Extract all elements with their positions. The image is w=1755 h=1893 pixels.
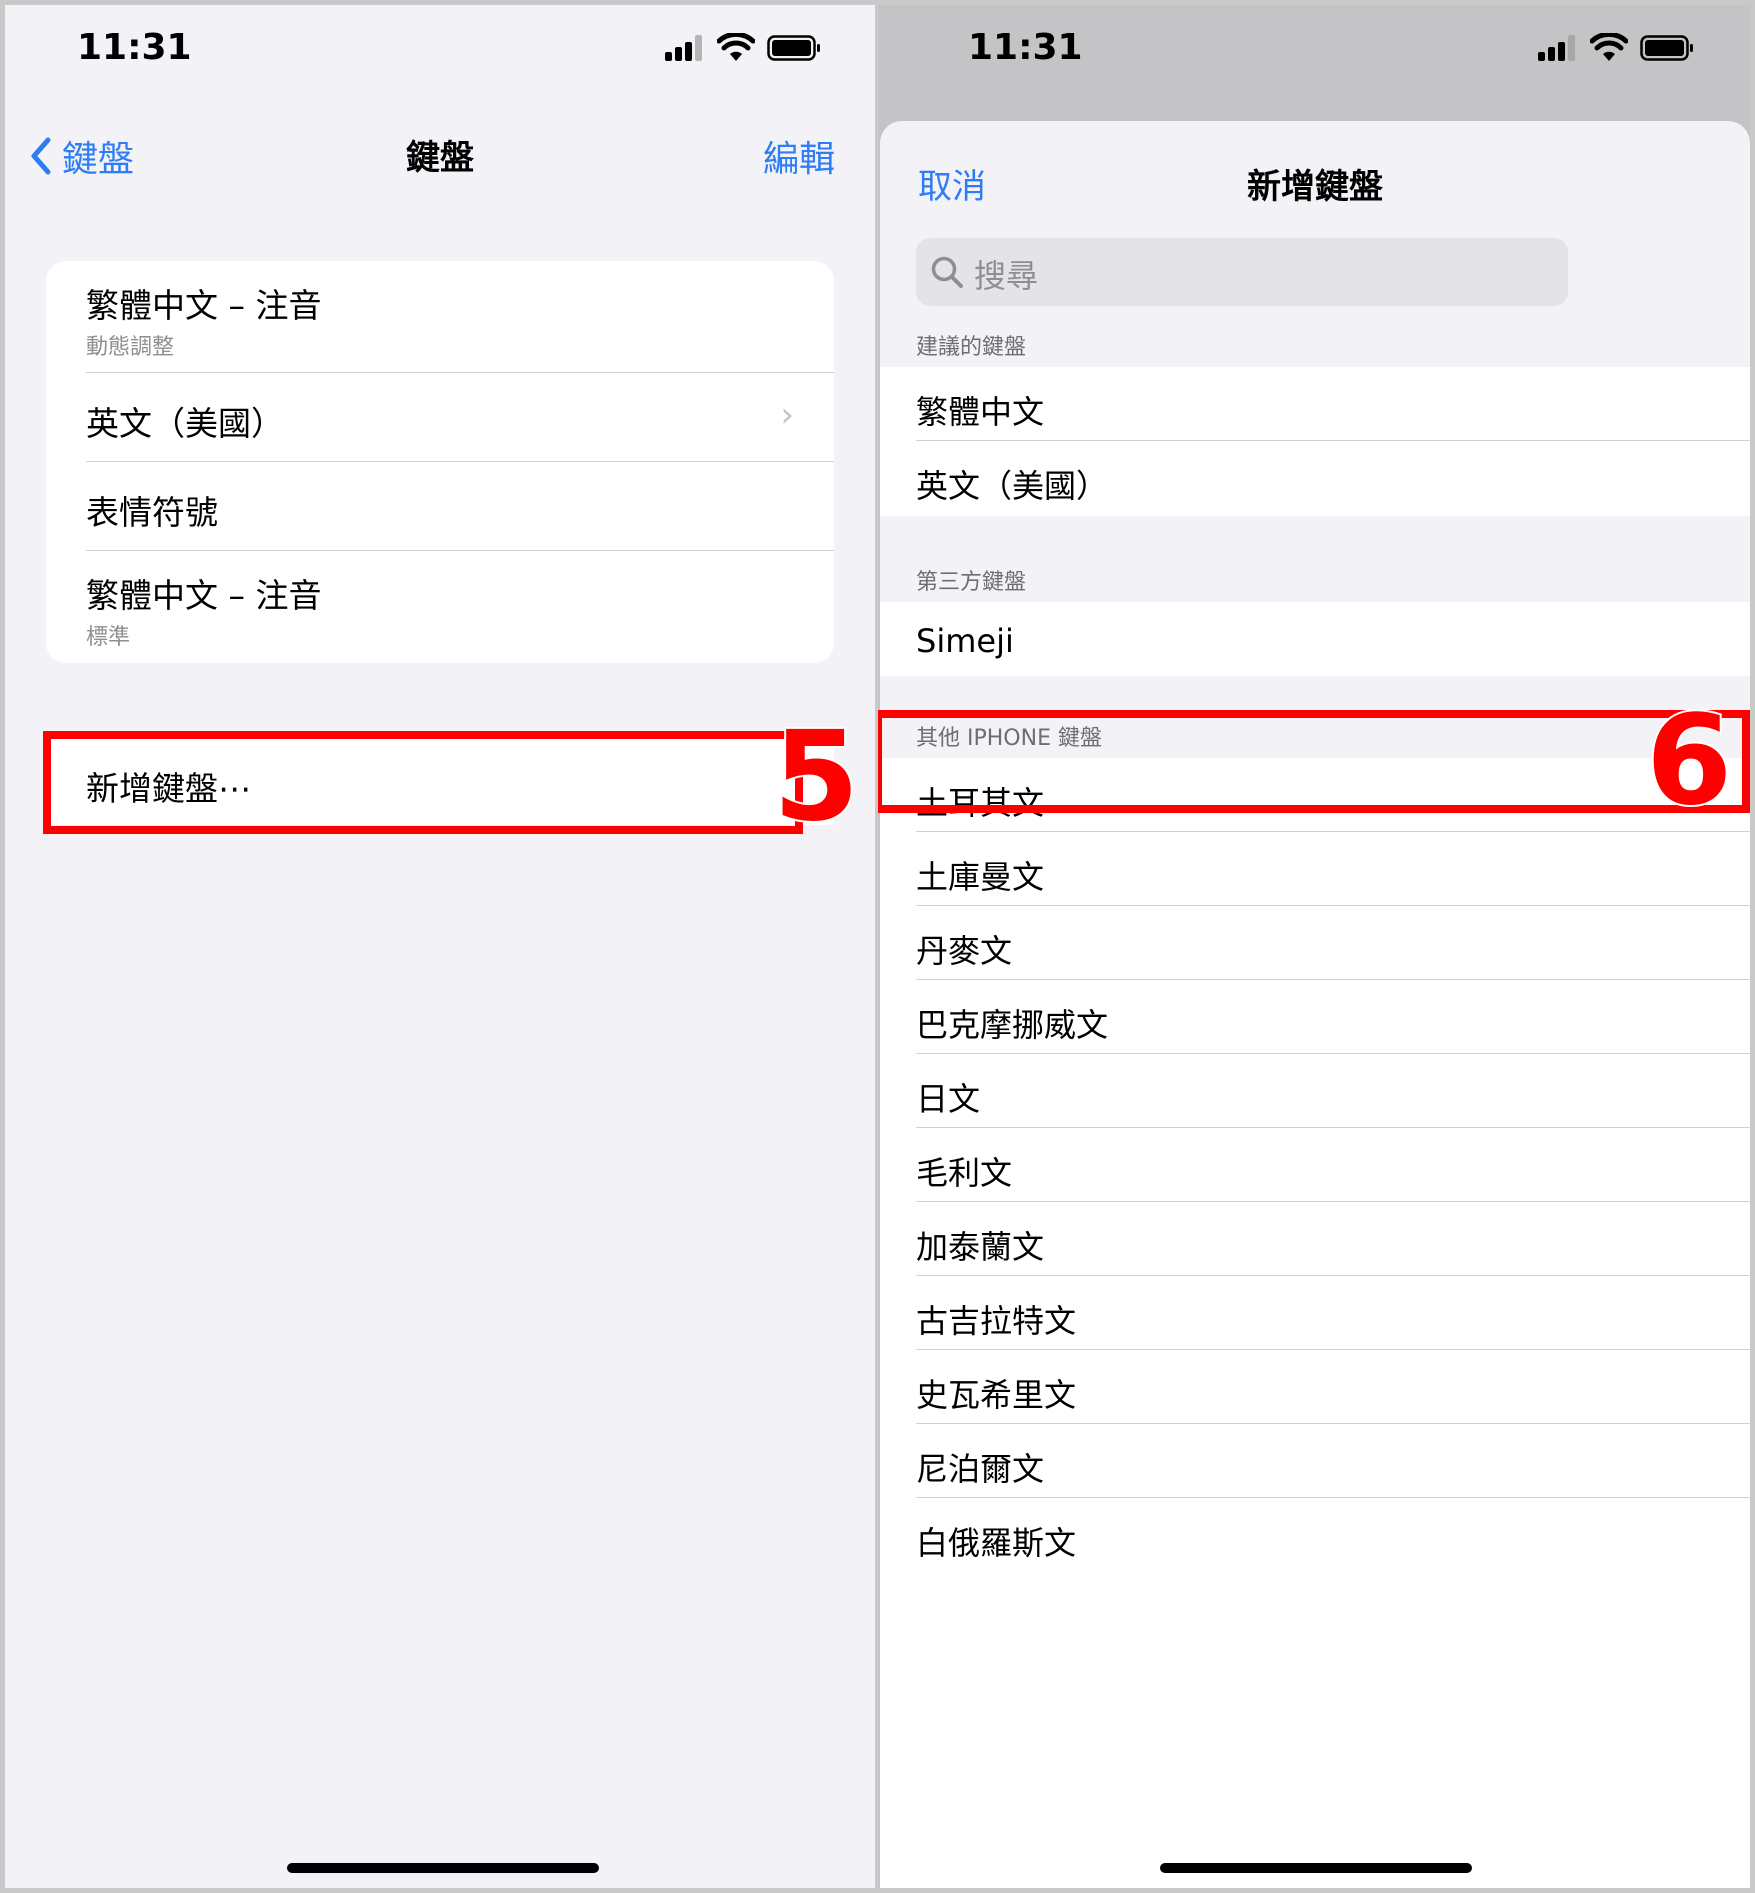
battery-icon: [1640, 35, 1693, 61]
keyboard-title: 繁體中文 – 注音: [86, 286, 322, 325]
signal-icon: [1538, 35, 1578, 61]
list-item[interactable]: 巴克摩挪威文: [880, 980, 1750, 1054]
list-item[interactable]: 英文（美國）: [880, 441, 1750, 516]
keyboard-name: 尼泊爾文: [916, 1450, 1045, 1488]
third-party-list: Simeji: [880, 602, 1750, 676]
keyboard-row-zhuyin-standard[interactable]: 繁體中文 – 注音 標準: [46, 551, 834, 663]
keyboard-name: 英文（美國）: [916, 467, 1109, 505]
keyboard-subtitle: 動態調整: [86, 335, 175, 360]
back-button[interactable]: 鍵盤: [30, 130, 134, 182]
other-keyboard-list: 土耳其文 土庫曼文 丹麥文 巴克摩挪威文 日文 毛利文 加泰蘭文 古吉拉特文 史…: [880, 758, 1750, 1888]
keyboard-name: 古吉拉特文: [916, 1302, 1077, 1340]
wifi-icon: [717, 33, 755, 61]
home-indicator: [287, 1863, 599, 1873]
highlight-box: [43, 731, 803, 834]
keyboard-title: 表情符號: [86, 493, 218, 532]
list-item[interactable]: 尼泊爾文: [880, 1424, 1750, 1498]
list-item[interactable]: 日文: [880, 1054, 1750, 1128]
keyboard-name: 丹麥文: [916, 932, 1013, 970]
keyboard-name: 日文: [916, 1080, 981, 1118]
list-item[interactable]: 土庫曼文: [880, 832, 1750, 906]
list-item[interactable]: 繁體中文: [880, 367, 1750, 441]
keyboard-name: 土庫曼文: [916, 858, 1045, 896]
keyboard-subtitle: 標準: [86, 625, 131, 650]
keyboard-title: 英文（美國）: [86, 404, 284, 443]
keyboard-name: 史瓦希里文: [916, 1376, 1077, 1414]
keyboard-list: 繁體中文 – 注音 動態調整 英文（美國） › 表情符號 繁體中文 – 注音 標…: [46, 261, 834, 663]
list-item[interactable]: 古吉拉特文: [880, 1276, 1750, 1350]
keyboard-name: 白俄羅斯文: [916, 1524, 1077, 1562]
chevron-right-icon: ›: [780, 395, 794, 435]
home-indicator: [1160, 1863, 1472, 1873]
status-time: 11:31: [77, 27, 192, 68]
cancel-button[interactable]: 取消: [918, 159, 986, 208]
list-item-simeji[interactable]: Simeji: [880, 602, 1750, 676]
keyboards-screen: 11:31 鍵盤 鍵盤 編輯 繁體中文 – 注音 動態調整 英文（美國） › 表…: [5, 5, 875, 1888]
keyboard-row-english[interactable]: 英文（美國） ›: [46, 373, 834, 462]
suggested-list: 繁體中文 英文（美國）: [880, 367, 1750, 516]
wifi-icon: [1590, 33, 1628, 61]
keyboard-row-emoji[interactable]: 表情符號: [46, 462, 834, 551]
list-item[interactable]: 丹麥文: [880, 906, 1750, 980]
back-label: 鍵盤: [62, 139, 135, 180]
highlight-box: [878, 710, 1750, 813]
chevron-left-icon: [31, 137, 51, 175]
search-field[interactable]: 搜尋: [916, 238, 1568, 306]
search-placeholder: 搜尋: [974, 257, 1039, 295]
battery-icon: [767, 35, 820, 61]
keyboard-name: 加泰蘭文: [916, 1228, 1045, 1266]
sheet-title: 新增鍵盤: [1247, 167, 1383, 207]
add-keyboard-sheet: 取消 新增鍵盤 搜尋 建議的鍵盤 繁體中文 英文（美國） 第三方鍵盤 Simej…: [880, 121, 1750, 1888]
keyboard-name: Simeji: [916, 622, 1014, 660]
step-number: 5: [771, 705, 861, 849]
step-number: 6: [1644, 689, 1734, 833]
section-header-suggested: 建議的鍵盤: [916, 335, 1027, 360]
page-title: 鍵盤: [406, 138, 474, 178]
status-time: 11:31: [968, 27, 1083, 68]
keyboard-name: 巴克摩挪威文: [916, 1006, 1109, 1044]
list-item[interactable]: 白俄羅斯文: [880, 1498, 1750, 1572]
list-item[interactable]: 加泰蘭文: [880, 1202, 1750, 1276]
list-item[interactable]: 毛利文: [880, 1128, 1750, 1202]
edit-button[interactable]: 編輯: [763, 130, 835, 182]
keyboard-name: 毛利文: [916, 1154, 1013, 1192]
signal-icon: [665, 35, 705, 61]
keyboard-name: 繁體中文: [916, 393, 1045, 431]
keyboard-title: 繁體中文 – 注音: [86, 576, 322, 615]
list-item[interactable]: 史瓦希里文: [880, 1350, 1750, 1424]
section-header-third-party: 第三方鍵盤: [916, 570, 1027, 595]
keyboard-row-zhuyin-dynamic[interactable]: 繁體中文 – 注音 動態調整: [46, 261, 834, 373]
add-keyboard-screen: 11:31 取消 新增鍵盤 搜尋 建議的鍵盤 繁體中文 英文（美國） 第三方鍵盤…: [878, 5, 1750, 1888]
search-icon: [931, 256, 963, 288]
